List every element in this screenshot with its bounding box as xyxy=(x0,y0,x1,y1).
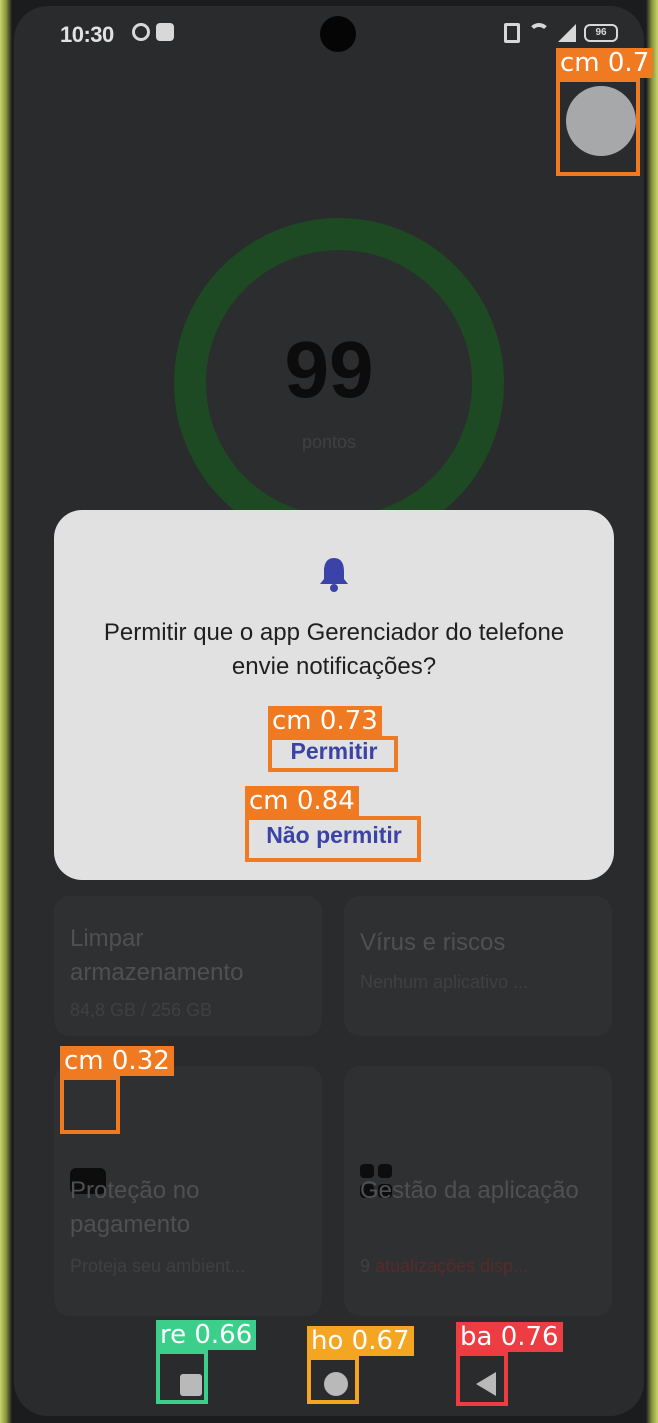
detection-label: cm 0.32 xyxy=(60,1046,174,1076)
update-count: 9 xyxy=(360,1256,371,1276)
notification-icon xyxy=(156,23,174,41)
status-left-icons xyxy=(132,23,174,41)
detection-label: cm 0.84 xyxy=(245,786,359,816)
score-value: 99 xyxy=(284,325,374,414)
detection-box-avatar: cm 0.7 xyxy=(556,48,654,176)
dialog-title: Permitir que o app Gerenciador do telefo… xyxy=(103,619,565,680)
card-subtitle: 9 atualizações disp... xyxy=(360,1256,528,1277)
nfc-icon xyxy=(504,23,520,43)
card-subtitle: Proteja seu ambient... xyxy=(70,1256,246,1276)
card-title: Gestão da aplicação xyxy=(360,1177,579,1204)
detection-label: cm 0.7 xyxy=(556,48,654,78)
card-subtitle: Nenhum aplicativo ... xyxy=(360,972,529,992)
card-app-management[interactable]: Gestão da aplicação 9 atualizações disp.… xyxy=(344,1066,612,1316)
bell-icon xyxy=(320,558,348,592)
status-time: 10:30 xyxy=(60,22,114,47)
wifi-icon xyxy=(528,23,550,43)
status-right-icons: 96 xyxy=(504,23,618,43)
detection-box-allow: cm 0.73 xyxy=(268,706,398,772)
vpn-icon xyxy=(132,23,150,41)
status-bar: 10:30 96 xyxy=(14,6,644,60)
card-virus-risks[interactable]: Vírus e riscos Nenhum aplicativo ... xyxy=(344,896,612,1036)
detection-box-recents: re 0.66 xyxy=(156,1320,257,1404)
detection-box-home: ho 0.67 xyxy=(307,1326,414,1404)
card-title: Proteção no pagamento xyxy=(70,1177,200,1238)
update-text: atualizações disp... xyxy=(375,1256,529,1276)
card-title: Vírus e riscos xyxy=(360,929,506,956)
score-unit: pontos xyxy=(301,432,357,452)
card-clean-storage[interactable]: Limpar armazenamento 84,8 GB / 256 GB xyxy=(54,896,322,1036)
detection-box-back: ba 0.76 xyxy=(456,1322,563,1406)
card-subtitle: 84,8 GB / 256 GB xyxy=(70,1000,213,1020)
detection-label: ba 0.76 xyxy=(456,1322,563,1352)
detection-box-deny: cm 0.84 xyxy=(245,786,421,862)
battery-icon: 96 xyxy=(584,24,618,42)
detection-label: re 0.66 xyxy=(156,1320,257,1350)
detection-box-wallet: cm 0.32 xyxy=(60,1046,174,1134)
detection-label: ho 0.67 xyxy=(307,1326,414,1356)
card-title: Limpar armazenamento xyxy=(70,925,244,986)
signal-icon xyxy=(558,24,576,42)
front-camera xyxy=(320,16,356,52)
detection-label: cm 0.73 xyxy=(268,706,382,736)
